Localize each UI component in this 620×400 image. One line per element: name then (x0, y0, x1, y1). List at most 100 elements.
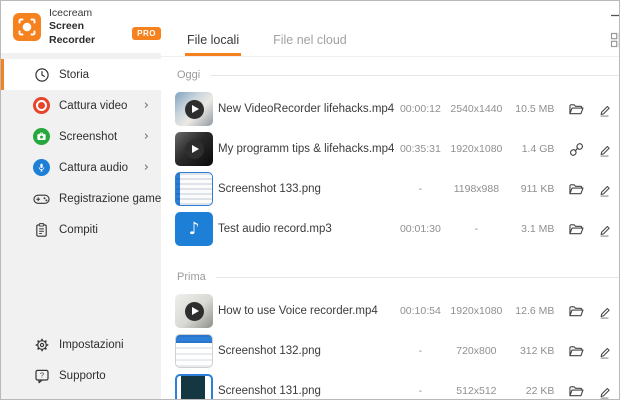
tab-label: File nel cloud (273, 33, 347, 47)
file-resolution: 2540x1440 (446, 103, 506, 115)
app-header: Icecream Screen Recorder PRO (1, 1, 161, 53)
play-icon (185, 100, 204, 119)
section-divider (216, 277, 620, 278)
file-duration: 00:01:30 (394, 223, 446, 235)
edit-icon[interactable] (594, 219, 614, 239)
file-resolution: 1198x988 (446, 183, 506, 195)
file-row[interactable]: How to use Voice recorder.mp4 00:10:54 1… (175, 291, 620, 331)
file-size: 10.5 MB (506, 103, 554, 115)
chevron-right-icon: › (144, 161, 149, 174)
edit-icon[interactable] (594, 139, 614, 159)
file-row[interactable]: Screenshot 132.png - 720x800 312 KB (175, 331, 620, 371)
help-bubble-icon: ? (33, 367, 50, 384)
row-actions (566, 381, 620, 399)
minimize-button[interactable] (606, 6, 620, 24)
clock-icon (33, 66, 50, 83)
music-note-icon: ♪ (189, 219, 200, 239)
video-thumbnail[interactable] (175, 92, 213, 126)
row-actions (566, 179, 620, 199)
file-resolution: - (446, 223, 506, 235)
image-thumbnail[interactable] (175, 172, 213, 206)
sidebar-item-label: Compiti (59, 224, 149, 236)
sidebar-item-compiti[interactable]: Compiti (1, 214, 161, 245)
brand-line1: Icecream (49, 7, 161, 20)
file-row[interactable]: ♪ Test audio record.mp3 00:01:30 - 3.1 M… (175, 209, 620, 249)
sidebar-nav: Storia Cattura video › Screenshot › Catt… (1, 53, 161, 245)
file-size: 312 KB (506, 345, 554, 357)
sidebar-footer: Impostazioni ? Supporto (1, 329, 161, 391)
file-name: My programm tips & lifehacks.mp4 (218, 143, 394, 155)
sidebar-item-registrazione-gameplay[interactable]: Registrazione gameplay (1, 183, 161, 214)
file-duration: - (394, 385, 446, 397)
row-actions (566, 301, 620, 321)
open-folder-icon[interactable] (566, 99, 586, 119)
brand-line2: Screen Recorder (49, 20, 127, 46)
main-header: File locali File nel cloud (161, 1, 620, 57)
sidebar-item-label: Storia (59, 69, 149, 81)
play-icon (185, 302, 204, 321)
app-window: Icecream Screen Recorder PRO Storia Catt… (0, 0, 620, 400)
section-title: Oggi (177, 69, 200, 81)
tab-file-locali[interactable]: File locali (185, 33, 241, 56)
sidebar-item-storia[interactable]: Storia (1, 59, 161, 90)
row-actions (566, 139, 620, 159)
open-folder-icon[interactable] (566, 301, 586, 321)
file-resolution: 1920x1080 (446, 143, 506, 155)
open-folder-icon[interactable] (566, 219, 586, 239)
edit-icon[interactable] (594, 301, 614, 321)
file-size: 3.1 MB (506, 223, 554, 235)
edit-icon[interactable] (594, 381, 614, 399)
active-tab-underline (185, 53, 241, 56)
file-resolution: 1920x1080 (446, 305, 506, 317)
file-row[interactable]: New VideoRecorder lifehacks.mp4 00:00:12… (175, 89, 620, 129)
open-folder-icon[interactable] (566, 179, 586, 199)
video-thumbnail[interactable] (175, 132, 213, 166)
file-row[interactable]: My programm tips & lifehacks.mp4 00:35:3… (175, 129, 620, 169)
file-duration: 00:10:54 (394, 305, 446, 317)
tasks-icon (33, 221, 50, 238)
tab-file-nel-cloud[interactable]: File nel cloud (271, 33, 349, 56)
record-icon (33, 97, 50, 114)
window-controls (606, 6, 620, 24)
file-resolution: 512x512 (446, 385, 506, 397)
svg-text:?: ? (39, 370, 43, 379)
tab-label: File locali (187, 33, 239, 47)
file-list: Oggi New VideoRecorder lifehacks.mp4 00:… (161, 57, 620, 399)
play-icon (185, 140, 204, 159)
row-actions (566, 219, 620, 239)
file-duration: 00:35:31 (394, 143, 446, 155)
sidebar-item-impostazioni[interactable]: Impostazioni (1, 329, 161, 360)
pro-badge: PRO (132, 27, 161, 40)
edit-icon[interactable] (594, 99, 614, 119)
file-row[interactable]: Screenshot 133.png - 1198x988 911 KB (175, 169, 620, 209)
image-thumbnail[interactable] (175, 334, 213, 368)
view-toggle (610, 32, 620, 56)
main-panel: File locali File nel cloud O (161, 1, 620, 399)
grid-view-icon[interactable] (610, 32, 620, 56)
file-name: How to use Voice recorder.mp4 (218, 305, 394, 317)
chevron-right-icon: › (144, 130, 149, 143)
file-duration: - (394, 345, 446, 357)
file-size: 22 KB (506, 385, 554, 397)
file-size: 12.6 MB (506, 305, 554, 317)
sidebar-item-screenshot[interactable]: Screenshot › (1, 121, 161, 152)
gear-icon (33, 336, 50, 353)
section-header-prima: Prima (177, 265, 620, 289)
sidebar-item-cattura-audio[interactable]: Cattura audio › (1, 152, 161, 183)
open-folder-icon[interactable] (566, 381, 586, 399)
row-actions (566, 341, 620, 361)
link-icon[interactable] (566, 139, 586, 159)
sidebar-item-supporto[interactable]: ? Supporto (1, 360, 161, 391)
open-folder-icon[interactable] (566, 341, 586, 361)
edit-icon[interactable] (594, 341, 614, 361)
edit-icon[interactable] (594, 179, 614, 199)
sidebar-item-label: Impostazioni (59, 339, 149, 351)
gamepad-icon (33, 190, 50, 207)
image-thumbnail[interactable] (175, 374, 213, 399)
sidebar-item-cattura-video[interactable]: Cattura video › (1, 90, 161, 121)
file-name: Screenshot 133.png (218, 183, 394, 195)
sidebar-item-label: Cattura audio (59, 162, 144, 174)
file-row[interactable]: Screenshot 131.png - 512x512 22 KB (175, 371, 620, 399)
audio-thumbnail[interactable]: ♪ (175, 212, 213, 246)
video-thumbnail[interactable] (175, 294, 213, 328)
